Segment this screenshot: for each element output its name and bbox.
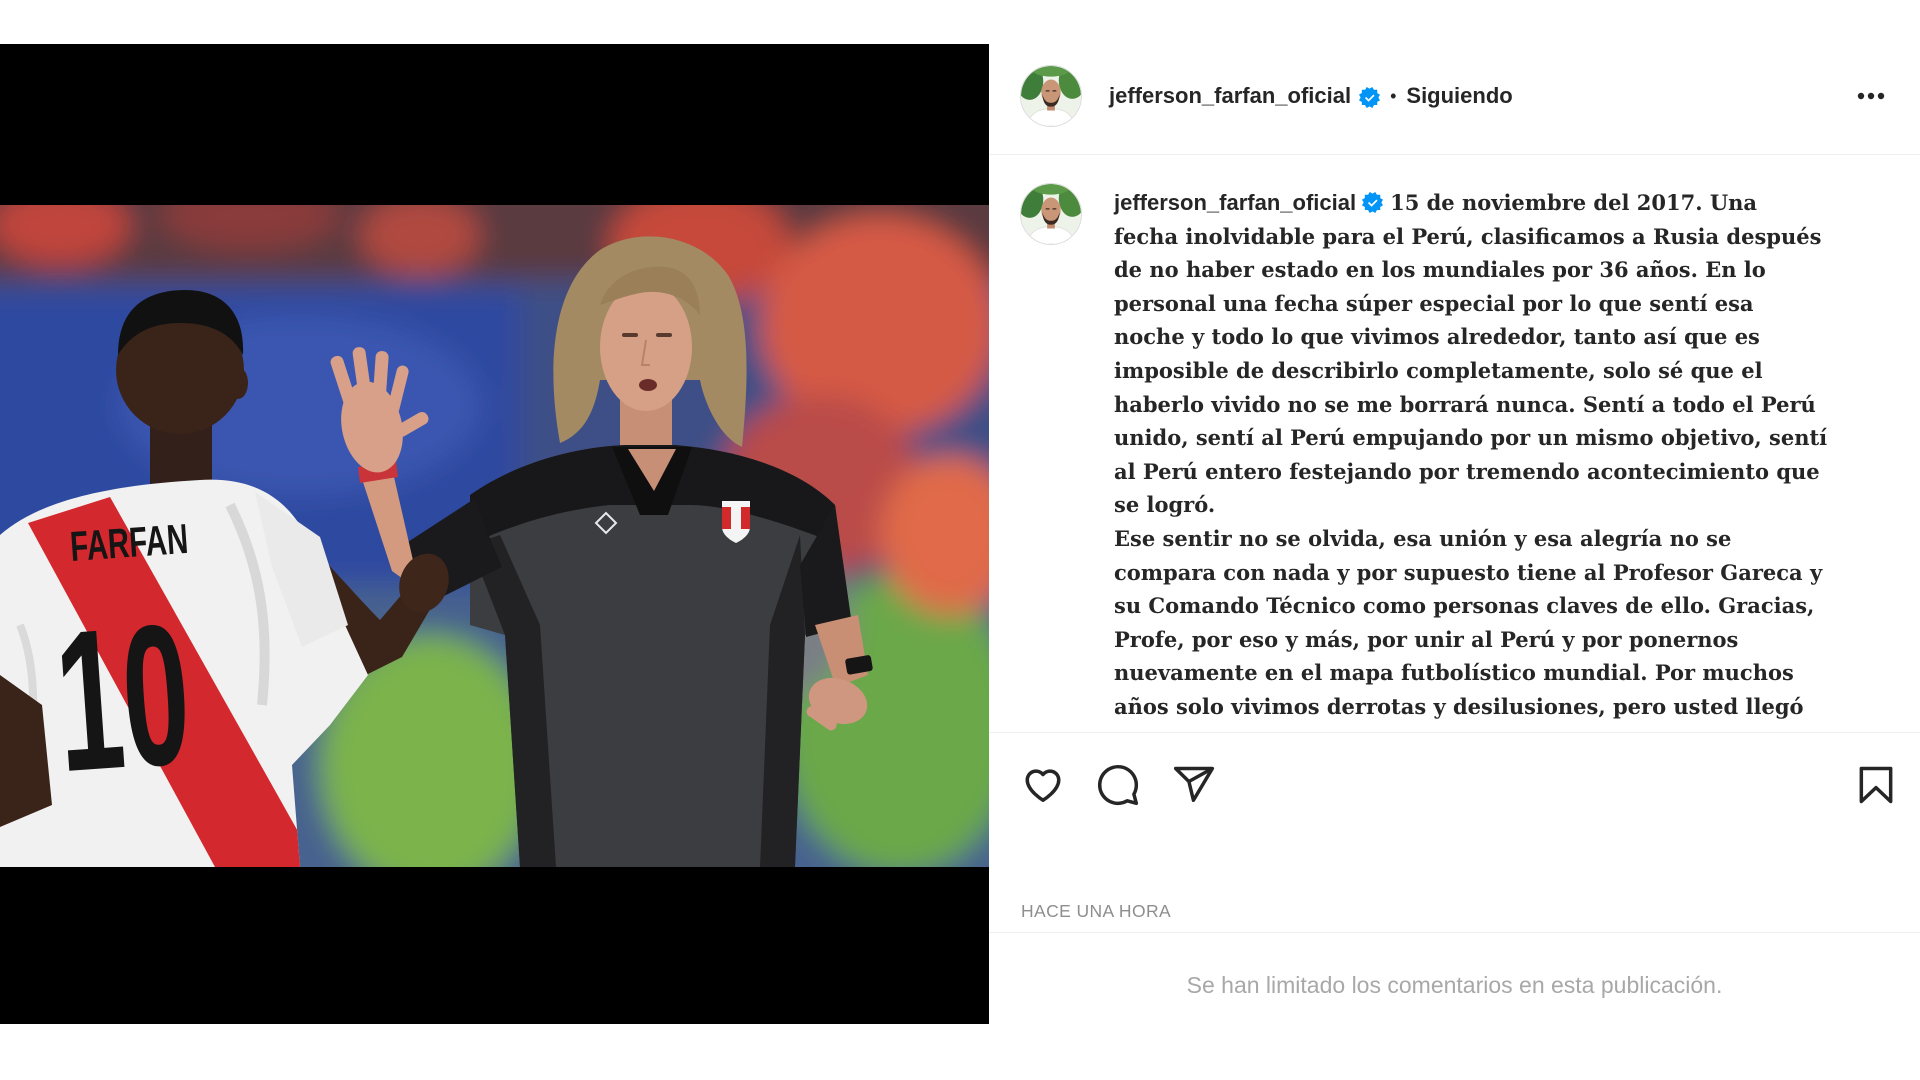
more-horizontal-icon[interactable] bbox=[1851, 84, 1891, 108]
following-button[interactable]: Siguiendo bbox=[1406, 83, 1512, 109]
caption-line: Ese sentir no se olvida, esa unión y esa… bbox=[1114, 525, 1732, 551]
caption-line: noche y todo lo que vivimos alrededor, t… bbox=[1114, 324, 1760, 350]
caption-line: su Comando Técnico como personas claves … bbox=[1114, 593, 1815, 619]
caption-line: al Perú entero festejando por tremendo a… bbox=[1114, 458, 1820, 484]
comment-icon[interactable] bbox=[1096, 763, 1140, 807]
caption-line-text: 15 de noviembre del 2017. Una bbox=[1390, 190, 1758, 215]
post-details-panel: jefferson_farfan_oficial • Siguiendo jef… bbox=[989, 44, 1920, 1024]
post-author: jefferson_farfan_oficial • Siguiendo bbox=[1020, 65, 1513, 127]
post-media: FARFAN 10 bbox=[0, 44, 989, 1024]
verified-badge-icon bbox=[1359, 87, 1380, 108]
caption-avatar[interactable] bbox=[1020, 183, 1082, 245]
bookmark-icon[interactable] bbox=[1854, 763, 1898, 807]
caption-line: compara con nada y por supuesto tiene al… bbox=[1114, 559, 1823, 585]
jersey-name: FARFAN bbox=[69, 515, 190, 570]
profile-avatar[interactable] bbox=[1020, 65, 1082, 127]
header-separator: • bbox=[1390, 85, 1397, 106]
post-photo: FARFAN 10 bbox=[0, 205, 989, 867]
caption-line: fecha inolvidable para el Perú, clasific… bbox=[1114, 223, 1822, 249]
post-timestamp[interactable]: HACE UNA HORA bbox=[1021, 900, 1171, 922]
actions-divider bbox=[989, 732, 1920, 733]
caption-section: jefferson_farfan_oficial 15 de noviembre … bbox=[989, 155, 1920, 732]
comments-limited-notice: Se han limitado los comentarios en esta … bbox=[1186, 972, 1723, 998]
caption-line: imposible de describirlo completamente, … bbox=[1114, 357, 1763, 383]
verified-badge-icon bbox=[1362, 192, 1383, 213]
caption-line: nuevamente en el mapa futbolístico mundi… bbox=[1114, 660, 1794, 686]
heart-icon[interactable] bbox=[1021, 763, 1065, 807]
caption-line: haberlo vivido no se me borrará nunca. S… bbox=[1114, 391, 1816, 417]
caption-line: años solo vivimos derrotas y desilusione… bbox=[1114, 693, 1804, 719]
caption-line: de no haber estado en los mundiales por … bbox=[1114, 257, 1766, 283]
caption-text: jefferson_farfan_oficial 15 de noviembre … bbox=[1114, 186, 1920, 724]
author-username-link[interactable]: jefferson_farfan_oficial bbox=[1109, 83, 1351, 109]
caption-line: Profe, por eso y más, por unir al Perú y… bbox=[1114, 626, 1739, 652]
caption-line: unido, sentí al Perú empujando por un mi… bbox=[1114, 425, 1828, 451]
comments-divider bbox=[989, 932, 1920, 933]
caption-line: personal una fecha súper especial por lo… bbox=[1114, 290, 1754, 316]
jersey-number: 10 bbox=[49, 582, 196, 814]
post-header: jefferson_farfan_oficial • Siguiendo bbox=[989, 44, 1920, 155]
share-icon[interactable] bbox=[1172, 763, 1216, 807]
caption-line: jefferson_farfan_oficial 15 de noviembre … bbox=[1114, 186, 1920, 220]
caption-username-link[interactable]: jefferson_farfan_oficial bbox=[1114, 190, 1356, 215]
caption-line: se logró. bbox=[1114, 492, 1216, 518]
